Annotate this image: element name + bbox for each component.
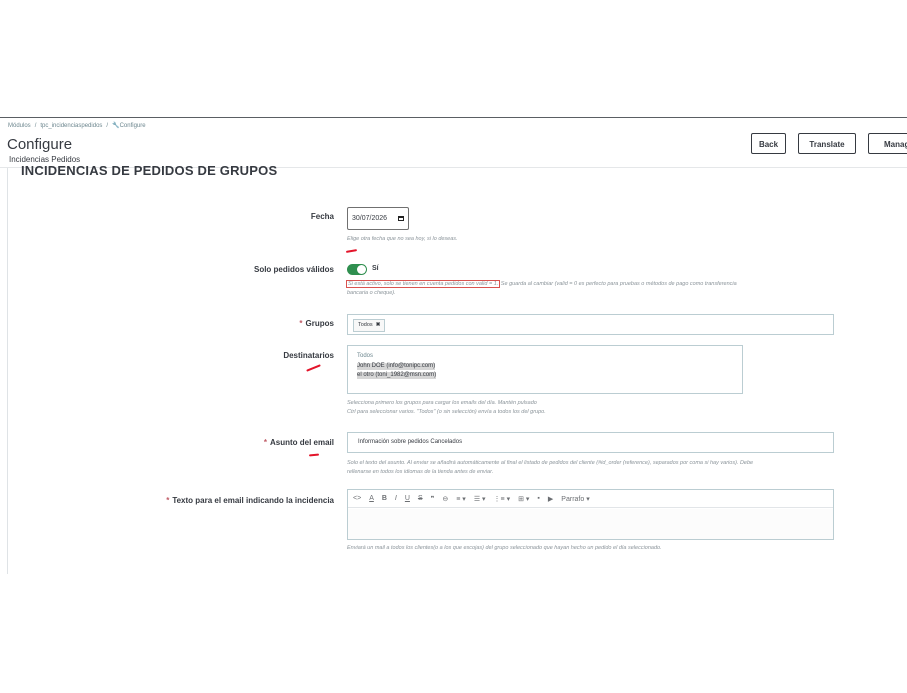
breadcrumb-configure: Configure (119, 123, 146, 129)
italic-icon[interactable]: I (395, 495, 397, 502)
texto-label: * Texto para el email indicando la incide… (166, 496, 334, 505)
fecha-help: Elige otra fecha que no sea hoy, si lo d… (347, 236, 458, 242)
fecha-value: 30/07/2026 (352, 215, 388, 222)
table-icon[interactable]: ⊞ ▾ (518, 495, 529, 503)
bullet-list-icon[interactable]: ☰ ▾ (474, 495, 486, 503)
editor-toolbar: <> A B I U S ❞ ⊖ ≡ ▾ ☰ ▾ ⋮≡ ▾ ⊞ ▾ ▪ ▶ Pa… (348, 490, 833, 508)
panel-border (7, 168, 8, 574)
editor-content-area[interactable] (348, 509, 833, 539)
annotation-mark (306, 364, 321, 372)
annotation-mark (345, 249, 358, 253)
page-title: Configure (7, 136, 73, 153)
font-color-icon[interactable]: A (369, 495, 374, 502)
paragraph-format-dropdown[interactable]: Parrafo ▾ (561, 495, 589, 503)
grupos-tag-input[interactable]: Todos ✖ (347, 314, 834, 335)
bold-icon[interactable]: B (382, 495, 387, 502)
destinatario-option[interactable]: John DOE (info@tonipc.com) (357, 363, 436, 370)
fecha-label: Fecha (310, 212, 334, 221)
fecha-date-input[interactable]: 30/07/2026 (347, 207, 409, 230)
annotation-mark (308, 453, 320, 457)
asunto-label: * Asunto del email (263, 438, 334, 447)
underline-icon[interactable]: U (405, 495, 410, 502)
numbered-list-icon[interactable]: ⋮≡ ▾ (494, 495, 511, 503)
solo-validos-toggle[interactable] (347, 264, 367, 275)
solo-validos-label: Solo pedidos válidos (253, 265, 334, 274)
breadcrumb-module[interactable]: tpc_incidenciaspedidos (40, 123, 102, 129)
align-icon[interactable]: ≡ ▾ (456, 495, 466, 503)
breadcrumb-modules[interactable]: Módulos (8, 123, 31, 129)
asunto-input[interactable]: Información sobre pedidos Cancelados (347, 432, 834, 453)
video-icon[interactable]: ▶ (548, 495, 553, 503)
calendar-icon[interactable] (398, 216, 404, 221)
toggle-label: Sí (372, 265, 379, 272)
asunto-help: Solo el texto del asunto. Al enviar se a… (347, 460, 754, 475)
code-view-icon[interactable]: <> (353, 495, 361, 502)
destinatario-option[interactable]: el otro (toni_1982@msn.com) (357, 372, 437, 379)
destinatarios-help: Selecciona primero los grupos para carga… (347, 400, 546, 415)
section-title: INCIDENCIAS DE PEDIDOS DE GRUPOS (21, 163, 278, 178)
highlighted-help-text: Si está activo, solo se tienen en cuenta… (345, 280, 501, 288)
header-toolbar: Back Translate Manage hoo (751, 133, 907, 154)
grupos-label: * Grupos (299, 319, 334, 328)
top-divider (0, 117, 907, 118)
back-button[interactable]: Back (751, 133, 786, 154)
translate-button[interactable]: Translate (798, 133, 856, 154)
texto-rich-editor[interactable]: <> A B I U S ❞ ⊖ ≡ ▾ ☰ ▾ ⋮≡ ▾ ⊞ ▾ ▪ ▶ Pa… (347, 489, 834, 540)
link-icon[interactable]: ⊖ (442, 495, 448, 503)
manage-hooks-button[interactable]: Manage hoo (868, 133, 907, 154)
breadcrumb: Módulos / tpc_incidenciaspedidos / 🔧Configur… (8, 123, 146, 129)
texto-help: Enviará un mail a todos los clientes(o a… (347, 545, 662, 551)
grupo-tag: Todos ✖ (353, 319, 386, 332)
strikethrough-icon[interactable]: S (418, 495, 423, 502)
wrench-icon: 🔧 (112, 123, 120, 129)
solo-validos-help: Si está activo, solo se tienen en cuenta… (345, 280, 737, 296)
destinatario-option[interactable]: Todos (357, 353, 373, 360)
quote-icon[interactable]: ❞ (431, 495, 435, 503)
destinatarios-multiselect[interactable]: Todos John DOE (info@tonipc.com) el otro… (347, 345, 743, 394)
image-icon[interactable]: ▪ (537, 495, 539, 502)
toggle-knob (357, 265, 366, 274)
remove-tag-icon[interactable]: ✖ (376, 322, 381, 328)
destinatarios-label: Destinatarios (283, 351, 334, 360)
